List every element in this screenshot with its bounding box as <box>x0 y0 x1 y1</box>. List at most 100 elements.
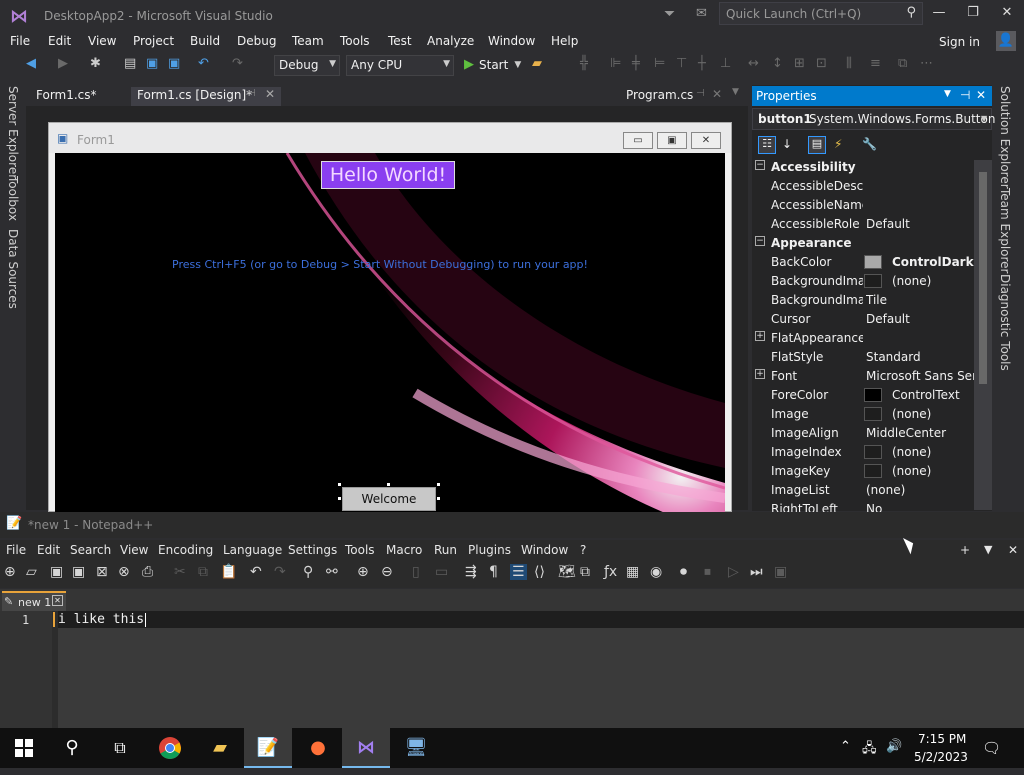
side-tab-diagnostic-tools[interactable]: Diagnostic Tools <box>998 274 1012 371</box>
property-pages-icon[interactable]: 🔧 <box>862 137 877 151</box>
run-macro-multiple-icon[interactable]: ⏭ <box>750 564 763 580</box>
network-icon[interactable]: 🖧 <box>862 739 877 761</box>
monitoring-icon[interactable]: ◉ <box>650 564 662 580</box>
property-value[interactable]: Microsoft Sans Serif, <box>866 369 974 383</box>
sync-horizontal-icon[interactable]: ▭ <box>435 564 448 580</box>
notification-filter-icon[interactable]: ⏷ <box>664 6 675 22</box>
property-row-imageindex[interactable]: ImageIndex (none) <box>752 443 974 462</box>
collapse-icon[interactable]: − <box>755 160 765 170</box>
np-menu-tools[interactable]: Tools <box>345 543 375 557</box>
menu-analyze[interactable]: Analyze <box>427 34 474 48</box>
property-value[interactable]: Standard <box>866 350 974 364</box>
menu-file[interactable]: File <box>10 34 30 48</box>
print-icon[interactable]: ⎙ <box>142 564 153 580</box>
np-menu-language[interactable]: Language <box>223 543 282 557</box>
menu-project[interactable]: Project <box>133 34 174 48</box>
pin-icon[interactable]: ⊣ <box>247 88 256 99</box>
resize-handle[interactable] <box>436 496 441 501</box>
volume-icon[interactable]: 🔊 <box>886 739 902 754</box>
resize-handle[interactable] <box>337 482 342 487</box>
property-row-font[interactable]: + Font Microsoft Sans Serif, <box>752 367 974 386</box>
open-file-icon[interactable]: ▤ <box>124 56 136 71</box>
word-wrap-icon[interactable]: ⇶ <box>465 564 477 580</box>
firefox-icon[interactable]: ● <box>294 728 342 768</box>
menu-edit[interactable]: Edit <box>48 34 71 48</box>
properties-icon[interactable]: ▤ <box>808 136 826 154</box>
notepadpp-taskbar-icon[interactable]: 📝 <box>244 728 292 768</box>
np-menu-edit[interactable]: Edit <box>37 543 60 557</box>
clock-date[interactable]: 5/2/2023 <box>914 750 968 764</box>
start-button[interactable] <box>0 728 48 768</box>
np-menu-file[interactable]: File <box>6 543 26 557</box>
sign-in-link[interactable]: Sign in <box>939 35 980 49</box>
close-icon[interactable]: ✕ <box>976 88 986 102</box>
align-tops-icon[interactable]: ⊤ <box>676 56 687 71</box>
redo-icon[interactable]: ↷ <box>274 564 286 580</box>
chevron-down-icon[interactable]: ▼ <box>732 87 739 97</box>
tab-list-chevron-icon[interactable]: ▼ <box>984 543 992 556</box>
side-tab-team-explorer[interactable]: Team Explorer <box>998 188 1012 274</box>
make-same-width-icon[interactable]: ↔ <box>748 56 759 71</box>
copy-icon[interactable]: ⧉ <box>198 564 208 580</box>
property-row-image[interactable]: Image (none) <box>752 405 974 424</box>
close-icon[interactable]: ✕ <box>265 87 275 101</box>
menu-test[interactable]: Test <box>388 34 412 48</box>
cut-icon[interactable]: ✂ <box>174 564 186 580</box>
scrollbar-thumb[interactable] <box>979 172 987 384</box>
folder-as-workspace-icon[interactable]: ▦ <box>626 564 639 580</box>
align-middles-icon[interactable]: ┼ <box>698 56 706 71</box>
show-all-characters-icon[interactable]: ¶ <box>489 564 498 580</box>
save-icon[interactable]: ▣ <box>50 564 63 580</box>
taskbar-search-icon[interactable]: ⚲ <box>48 728 96 768</box>
menu-debug[interactable]: Debug <box>237 34 276 48</box>
run-hint-label[interactable]: Press Ctrl+F5 (or go to Debug > Start Wi… <box>55 258 705 271</box>
redo-icon[interactable]: ↷ <box>232 56 243 71</box>
find-icon[interactable]: ⚲ <box>303 564 313 580</box>
tab-new-1[interactable]: ✎ new 1 ✕ <box>2 591 66 611</box>
property-value[interactable]: Default <box>866 312 974 326</box>
document-list-icon[interactable]: ⧉ <box>580 564 590 580</box>
welcome-button[interactable]: Welcome <box>342 487 436 511</box>
platform-dropdown[interactable]: Any CPU ▼ <box>346 55 454 76</box>
visual-studio-taskbar-icon[interactable]: ⋈ <box>342 728 390 768</box>
property-value[interactable]: (none) <box>866 483 974 497</box>
search-icon[interactable]: ⚲ <box>906 5 916 20</box>
np-menu-macro[interactable]: Macro <box>386 543 422 557</box>
hello-world-label[interactable]: Hello World! <box>321 161 455 189</box>
quick-launch-input[interactable]: Quick Launch (Ctrl+Q) ⚲ <box>719 2 923 25</box>
collapse-icon[interactable]: − <box>755 236 765 246</box>
property-row-cursor[interactable]: Cursor Default <box>752 310 974 329</box>
menu-build[interactable]: Build <box>190 34 220 48</box>
stop-recording-icon[interactable]: ⏹ <box>704 564 711 580</box>
pin-icon[interactable]: ⊣ <box>960 88 970 102</box>
alphabetical-icon[interactable]: ↓ <box>782 137 792 151</box>
attach-icon[interactable]: ▰ <box>532 56 542 71</box>
save-macro-icon[interactable]: ▣ <box>774 564 787 580</box>
resize-handle[interactable] <box>436 482 441 487</box>
close-file-icon[interactable]: ⊠ <box>96 564 108 580</box>
np-menu-plugins[interactable]: Plugins <box>468 543 511 557</box>
property-value[interactable]: Default <box>866 217 974 231</box>
make-same-height-icon[interactable]: ↕ <box>772 56 783 71</box>
side-tab-server-explorer[interactable]: Server Explorer <box>6 86 20 179</box>
navigate-back-icon[interactable]: ◀ <box>26 56 36 71</box>
playback-icon[interactable]: ▷ <box>728 564 739 580</box>
property-row-flatstyle[interactable]: FlatStyle Standard <box>752 348 974 367</box>
properties-object-selector[interactable]: button1 System.Windows.Forms.Button ▼ <box>752 108 995 130</box>
close-button[interactable]: ✕ <box>996 5 1018 25</box>
property-row-accessiblename[interactable]: AccessibleName <box>752 196 974 215</box>
show-hidden-icons-chevron-icon[interactable]: ⌃ <box>840 739 851 754</box>
undo-icon[interactable]: ↶ <box>198 56 209 71</box>
property-value[interactable]: MiddleCenter <box>866 426 974 440</box>
np-close-doc-icon[interactable]: ✕ <box>1008 543 1018 557</box>
np-menu-help[interactable]: ? <box>580 543 586 557</box>
side-tab-solution-explorer[interactable]: Solution Explorer <box>998 86 1012 189</box>
np-menu-window[interactable]: Window <box>521 543 568 557</box>
property-row-imagealign[interactable]: ImageAlign MiddleCenter <box>752 424 974 443</box>
property-row-backgroundimagelayout[interactable]: BackgroundImag Tile <box>752 291 974 310</box>
close-all-icon[interactable]: ⊗ <box>118 564 130 580</box>
property-value[interactable]: Tile <box>866 293 974 307</box>
property-row-accessiblerole[interactable]: AccessibleRole Default <box>752 215 974 234</box>
expand-icon[interactable]: + <box>755 331 765 341</box>
property-category-appearance[interactable]: − Appearance <box>752 234 974 253</box>
